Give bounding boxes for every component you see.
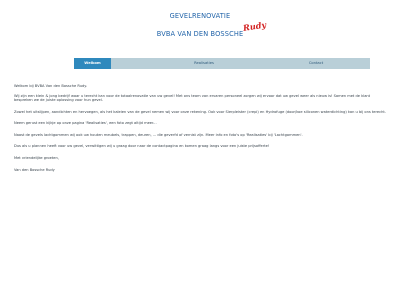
company-paragraph: Wij zijn een klein & jong bedrijf waar u…	[14, 93, 371, 103]
site-title-line2: BVBA VAN DEN BOSSCHE	[156, 30, 244, 38]
main-nav: Welkom Realisaties Contact	[74, 58, 370, 69]
realisaties-paragraph: Neem gerust een kijkje op onze pagina 'R…	[14, 121, 157, 125]
greeting-text: Met vriendelijke groeten,	[14, 155, 59, 160]
site-header: GEVELRENOVATIE BVBA VAN DEN BOSSCHE Rudy	[0, 0, 400, 58]
nav-item-realisaties[interactable]: Realisaties	[174, 58, 234, 69]
main-content: Welkom bij BVBA Van den Bossche Rudy. Wi…	[14, 84, 388, 180]
lachtgommen-paragraph: Naast de gevels lachtgommen wij ook uw h…	[14, 132, 303, 137]
site-title-line1: GEVELRENOVATIE	[169, 12, 231, 20]
nav-item-welkom[interactable]: Welkom	[74, 58, 111, 69]
services-paragraph: Zowel het uitslijpen, aandichten en herv…	[14, 109, 386, 114]
contact-paragraph: Dus als u plannen heeft voor uw gevel, v…	[14, 144, 270, 148]
nav-item-contact[interactable]: Contact	[286, 58, 346, 69]
intro-paragraph: Welkom bij BVBA Van den Bossche Rudy.	[14, 84, 88, 88]
signature-text: Van den Bossche Rudy	[14, 168, 55, 172]
